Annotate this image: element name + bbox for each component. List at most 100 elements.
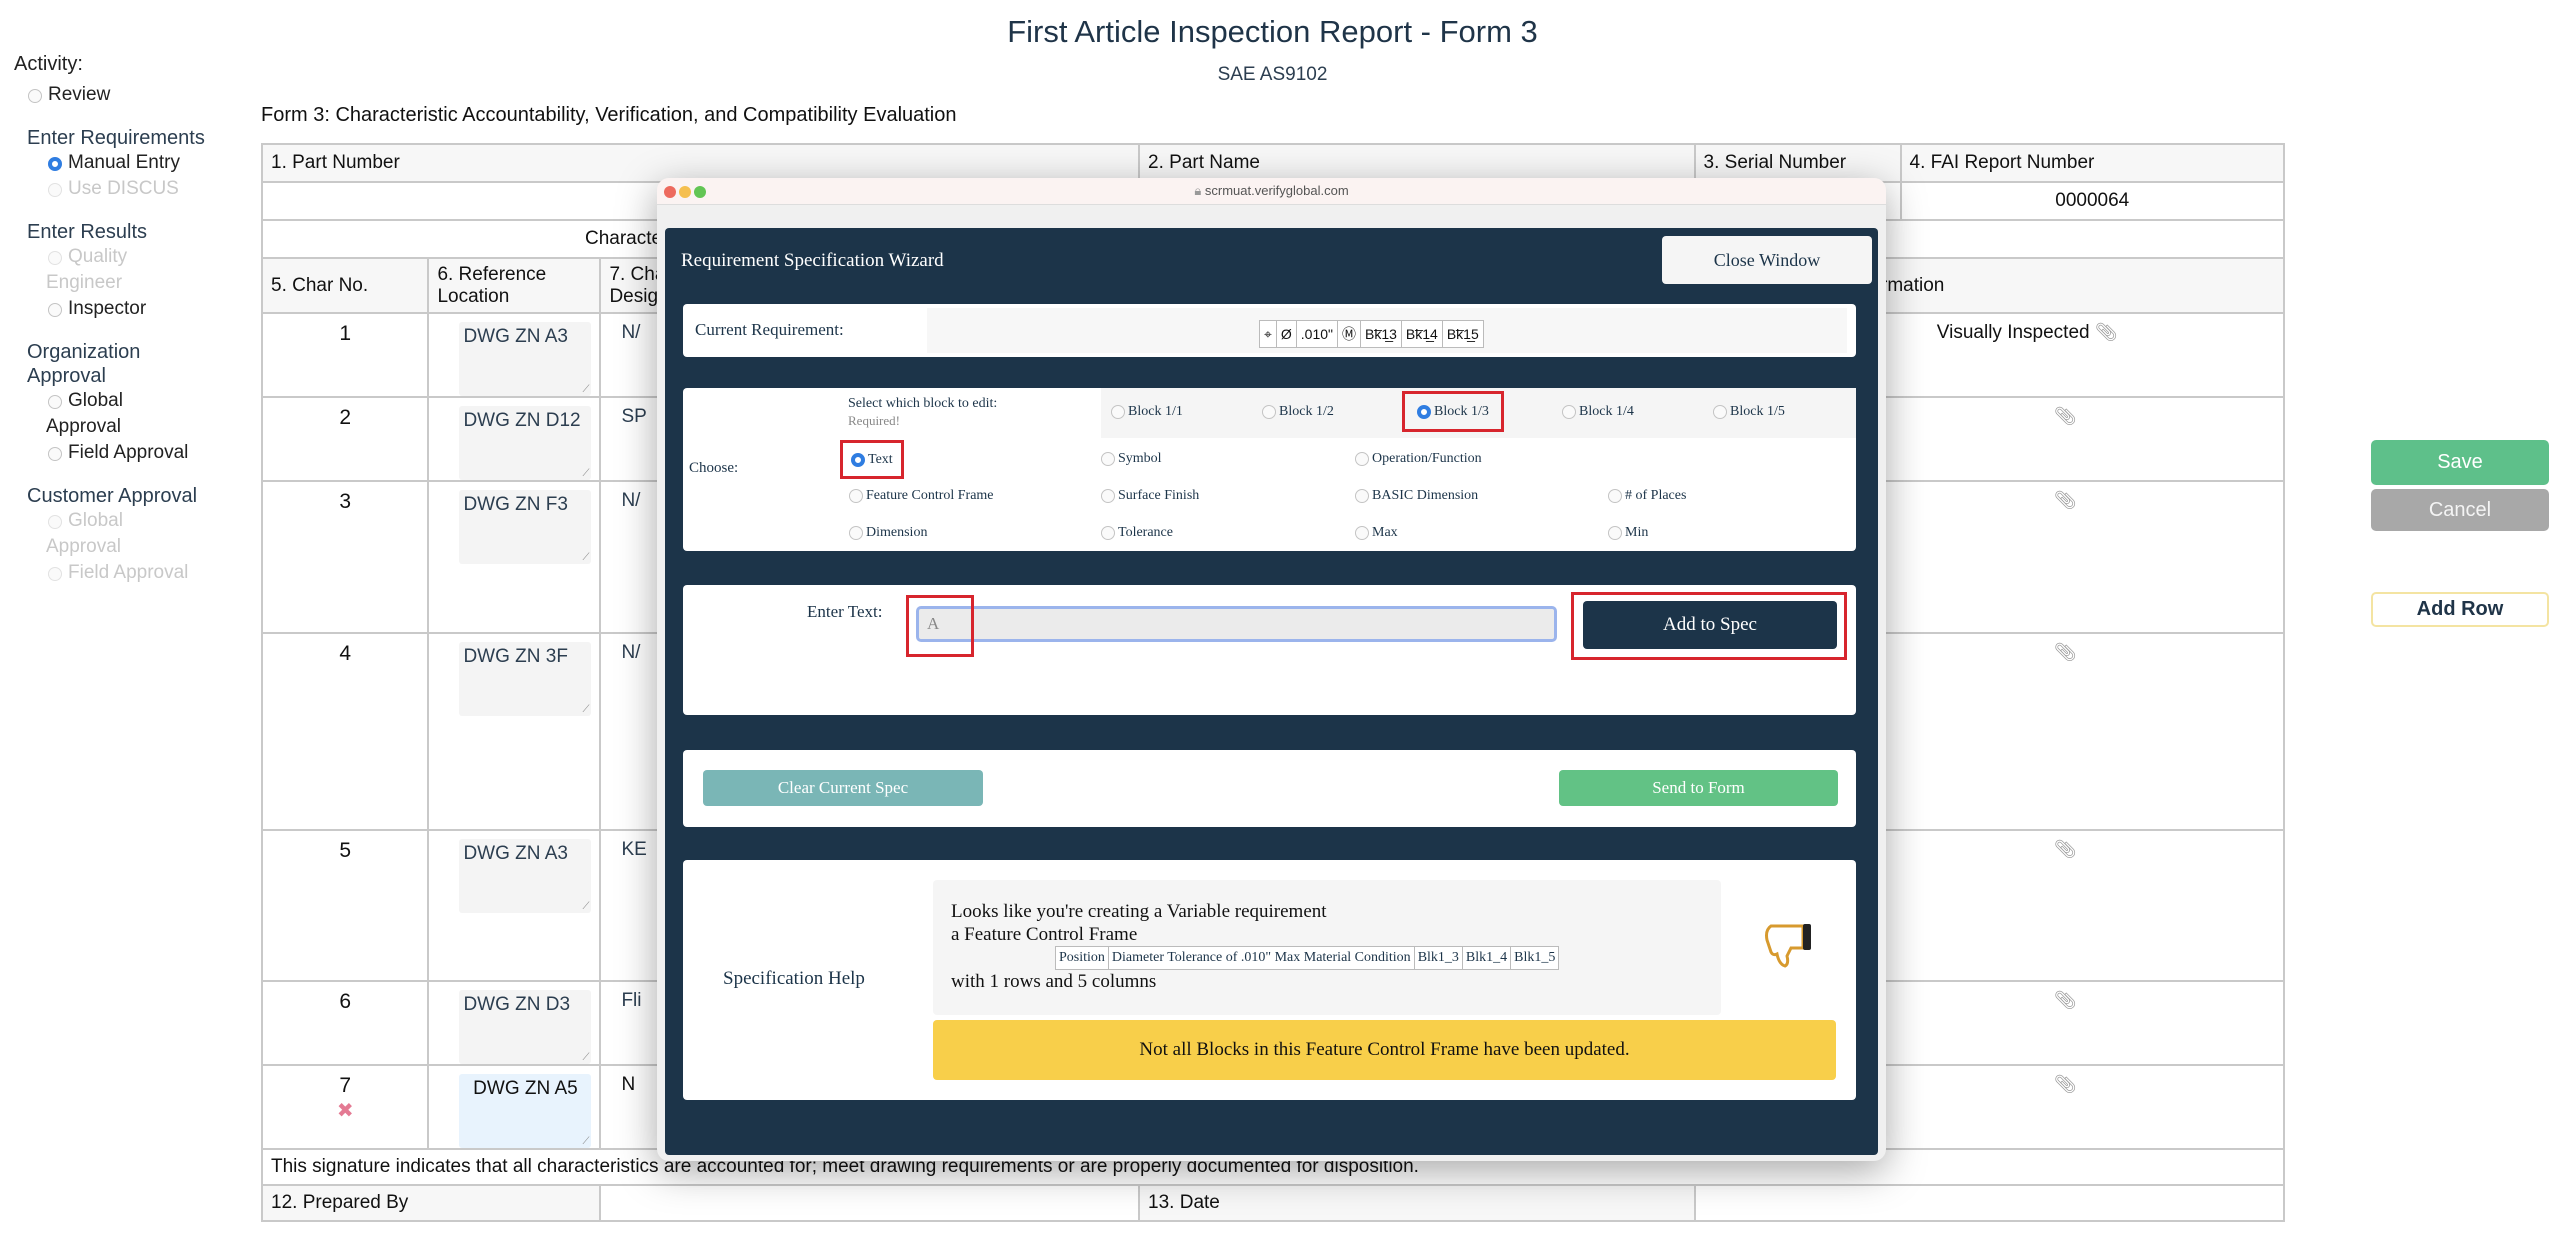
radio-icon[interactable] [1355, 452, 1369, 466]
radio-icon[interactable] [1101, 452, 1115, 466]
radio-checked-icon[interactable] [1417, 404, 1431, 419]
thumbs-down-icon[interactable] [1763, 920, 1817, 970]
radio-icon[interactable] [48, 303, 62, 317]
option-label: Surface Finish [1118, 488, 1200, 503]
radio-icon[interactable] [48, 447, 62, 461]
block-option-1-2[interactable]: Block 1/2 [1262, 404, 1334, 420]
block-option-1-5[interactable]: Block 1/5 [1713, 404, 1785, 420]
resize-grip-icon[interactable]: ⟋ [582, 468, 589, 479]
org-global-approval-option[interactable]: Global [48, 388, 214, 414]
ref-location-input[interactable]: DWG ZN F3 ⟋ [459, 490, 592, 564]
ref-location-input[interactable]: DWG ZN A3 ⟋ [459, 322, 592, 396]
delete-row-icon[interactable]: ✖ [271, 1098, 419, 1123]
radio-icon[interactable] [1355, 489, 1369, 503]
paperclip-icon[interactable]: 📎︎ [2095, 322, 2118, 342]
radio-icon[interactable] [1713, 405, 1727, 419]
resize-grip-icon[interactable]: ⟋ [582, 901, 589, 912]
add-row-button[interactable]: Add Row [2371, 592, 2549, 627]
inspector-option[interactable]: Inspector [48, 296, 214, 322]
paperclip-icon[interactable]: 📎︎ [2054, 1074, 2077, 1094]
type-option-dimension[interactable]: Dimension [849, 525, 927, 541]
type-option-text[interactable]: Text [840, 440, 904, 479]
help-cell-tolerance: Diameter Tolerance of .010" Max Material… [1109, 947, 1415, 969]
date-field[interactable] [1693, 1184, 2286, 1222]
lock-icon: 🔒︎ [1194, 183, 1202, 198]
option-label: Global [68, 510, 123, 531]
radio-checked-icon[interactable] [48, 157, 62, 171]
organization-approval-heading: Organization [27, 341, 141, 363]
type-option-min[interactable]: Min [1608, 525, 1648, 541]
requirement-wizard-window: 🔒︎ scrmuat.verifyglobal.com Requirement … [657, 178, 1886, 1161]
radio-icon[interactable] [1262, 405, 1276, 419]
type-option-max[interactable]: Max [1355, 525, 1398, 541]
org-global-approval-option-wrap: Approval [46, 414, 214, 440]
option-label: Manual Entry [68, 152, 180, 173]
radio-icon[interactable] [1111, 405, 1125, 419]
incomplete-blocks-warning: Not all Blocks in this Feature Control F… [933, 1020, 1836, 1080]
type-option-basic-dimension[interactable]: BASIC Dimension [1355, 488, 1478, 504]
ref-location-input[interactable]: DWG ZN 3F ⟋ [459, 642, 592, 716]
ref-location-input[interactable]: DWG ZN A5 ⟋ [459, 1074, 592, 1148]
ref-location-input[interactable]: DWG ZN A3 ⟋ [459, 839, 592, 913]
block-option-1-1[interactable]: Block 1/1 [1111, 404, 1183, 420]
window-titlebar[interactable]: 🔒︎ scrmuat.verifyglobal.com [657, 178, 1886, 205]
type-option-tolerance[interactable]: Tolerance [1101, 525, 1173, 541]
mmc-symbol-icon: Ⓜ [1338, 321, 1361, 347]
ref-location-input[interactable]: DWG ZN D12 ⟋ [459, 406, 592, 480]
clear-current-spec-button[interactable]: Clear Current Spec [703, 770, 983, 806]
cust-global-approval-option: Global [48, 508, 214, 534]
manual-entry-option[interactable]: Manual Entry [48, 150, 214, 176]
resize-grip-icon[interactable]: ⟋ [582, 552, 589, 563]
option-label: Feature Control Frame [866, 488, 994, 503]
customer-approval-heading: Customer Approval [27, 485, 198, 507]
ref-location-input[interactable]: DWG ZN D3 ⟋ [459, 990, 592, 1064]
type-option-number-of-places[interactable]: # of Places [1608, 488, 1686, 504]
type-option-feature-control-frame[interactable]: Feature Control Frame [849, 488, 994, 504]
paperclip-icon[interactable]: 📎︎ [2054, 406, 2077, 426]
radio-icon[interactable] [48, 395, 62, 409]
enter-requirements-heading: Enter Requirements [27, 127, 205, 149]
paperclip-icon[interactable]: 📎︎ [2054, 490, 2077, 510]
resize-grip-icon[interactable]: ⟋ [582, 1136, 589, 1147]
radio-icon[interactable] [1562, 405, 1576, 419]
block-option-1-4[interactable]: Block 1/4 [1562, 404, 1634, 420]
radio-icon[interactable] [849, 526, 863, 540]
radio-icon[interactable] [1608, 526, 1622, 540]
fai-report-label: 4. FAI Report Number [1909, 152, 2095, 173]
type-option-surface-finish[interactable]: Surface Finish [1101, 488, 1199, 504]
close-window-button[interactable]: Close Window [1662, 236, 1872, 284]
radio-icon[interactable] [28, 89, 42, 103]
paperclip-icon[interactable]: 📎︎ [2054, 839, 2077, 859]
diameter-symbol-icon: Ø [1277, 321, 1297, 347]
type-option-operation-function[interactable]: Operation/Function [1355, 451, 1482, 467]
enter-text-input[interactable] [916, 606, 1557, 642]
resize-grip-icon[interactable]: ⟋ [582, 704, 589, 715]
option-label: Tolerance [1118, 525, 1173, 540]
block-option-1-3[interactable]: Block 1/3 [1402, 391, 1504, 432]
paperclip-icon[interactable]: 📎︎ [2054, 990, 2077, 1010]
wizard-title: Requirement Specification Wizard [681, 250, 944, 271]
current-requirement-display: ⌖ Ø .010" Ⓜ Bk̅1̲3 Bk̅1̲4 Bk̅1̲5 [927, 308, 1847, 353]
resize-grip-icon[interactable]: ⟋ [582, 384, 589, 395]
ref-location-cell: DWG ZN D3 ⟋ [427, 980, 602, 1066]
resize-grip-icon[interactable]: ⟋ [582, 1052, 589, 1063]
part-name-label: 2. Part Name [1138, 143, 1696, 183]
send-to-form-button[interactable]: Send to Form [1559, 770, 1838, 806]
radio-icon[interactable] [1355, 526, 1369, 540]
radio-icon[interactable] [849, 489, 863, 503]
prepared-by-field[interactable] [599, 1184, 1141, 1222]
paperclip-icon[interactable]: 📎︎ [2054, 642, 2077, 662]
radio-icon [48, 567, 62, 581]
cancel-button[interactable]: Cancel [2371, 489, 2549, 531]
option-label: Quality [68, 246, 128, 267]
option-label: Use DISCUS [68, 178, 179, 199]
radio-checked-icon[interactable] [851, 452, 865, 467]
save-button[interactable]: Save [2371, 440, 2549, 485]
org-field-approval-option[interactable]: Field Approval [48, 440, 214, 466]
radio-icon[interactable] [1608, 489, 1622, 503]
activity-review-option[interactable]: Review [28, 82, 214, 108]
radio-icon[interactable] [1101, 526, 1115, 540]
type-option-symbol[interactable]: Symbol [1101, 451, 1162, 467]
radio-icon[interactable] [1101, 489, 1115, 503]
add-to-spec-button[interactable]: Add to Spec [1583, 601, 1837, 649]
